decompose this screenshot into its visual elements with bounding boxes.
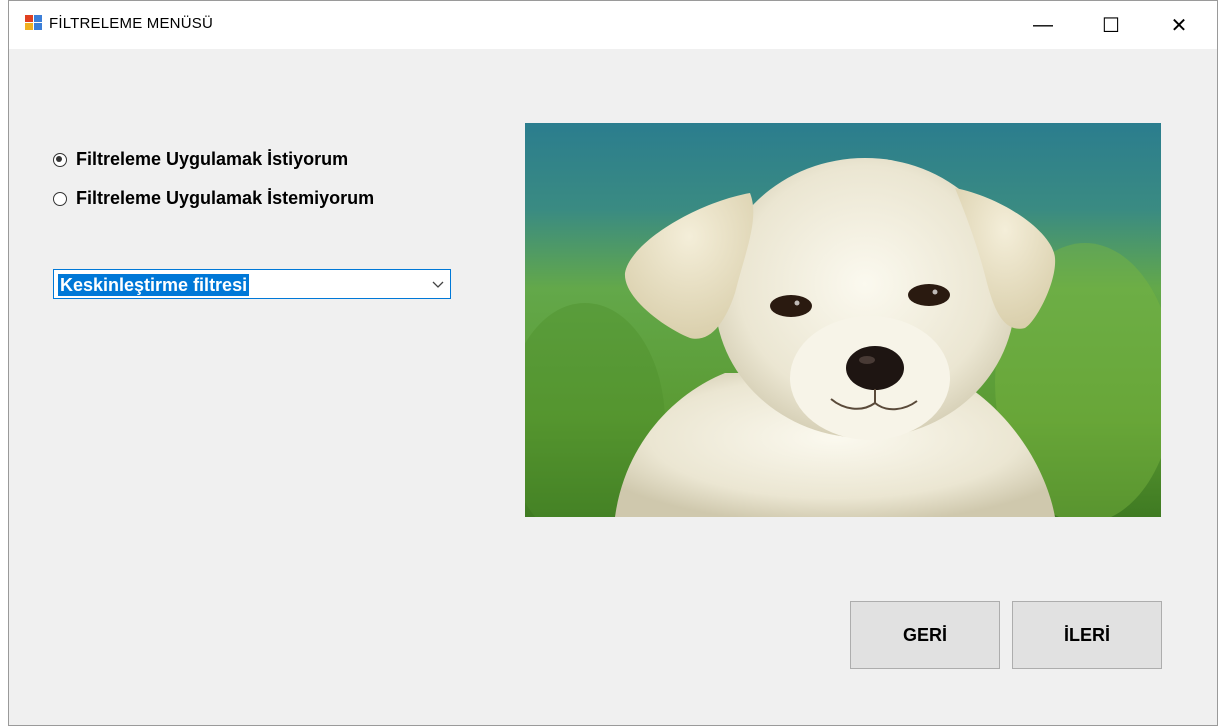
minimize-button[interactable]: — xyxy=(1009,1,1077,49)
puppy-photo xyxy=(525,123,1161,517)
close-button[interactable]: ✕ xyxy=(1145,1,1213,49)
back-button[interactable]: GERİ xyxy=(850,601,1000,669)
next-button-label: İLERİ xyxy=(1063,624,1110,645)
radio-apply-filter-label: Filtreleme Uygulamak İstiyorum xyxy=(76,149,349,169)
radio-no-filter-label: Filtreleme Uygulamak İstemiyorum xyxy=(76,188,375,208)
maximize-button[interactable]: ☐ xyxy=(1077,1,1145,49)
chevron-down-icon[interactable] xyxy=(430,276,446,292)
back-button-label: GERİ xyxy=(902,624,947,645)
puppy-image xyxy=(525,123,1161,517)
radio-checked-icon[interactable] xyxy=(53,152,67,167)
radio-apply-filter[interactable]: Filtreleme Uygulamak İstiyorum xyxy=(53,149,348,170)
app-icon xyxy=(25,15,43,31)
radio-unchecked-icon[interactable] xyxy=(53,191,67,206)
window-title: FİLTRELEME MENÜSÜ xyxy=(49,15,213,32)
filter-type-selected: Keskinleştirme filtresi xyxy=(58,274,250,296)
filter-type-dropdown[interactable]: Keskinleştirme filtresi xyxy=(53,269,451,299)
filter-menu-window: FİLTRELEME MENÜSÜ — ☐ ✕ Filtreleme Uygul… xyxy=(8,0,1218,726)
title-bar: FİLTRELEME MENÜSÜ — ☐ ✕ xyxy=(9,1,1217,49)
minimize-icon: — xyxy=(1033,13,1053,36)
radio-no-filter[interactable]: Filtreleme Uygulamak İstemiyorum xyxy=(53,188,374,209)
close-icon: ✕ xyxy=(1170,14,1188,37)
maximize-icon: ☐ xyxy=(1102,14,1120,37)
next-button[interactable]: İLERİ xyxy=(1012,601,1162,669)
